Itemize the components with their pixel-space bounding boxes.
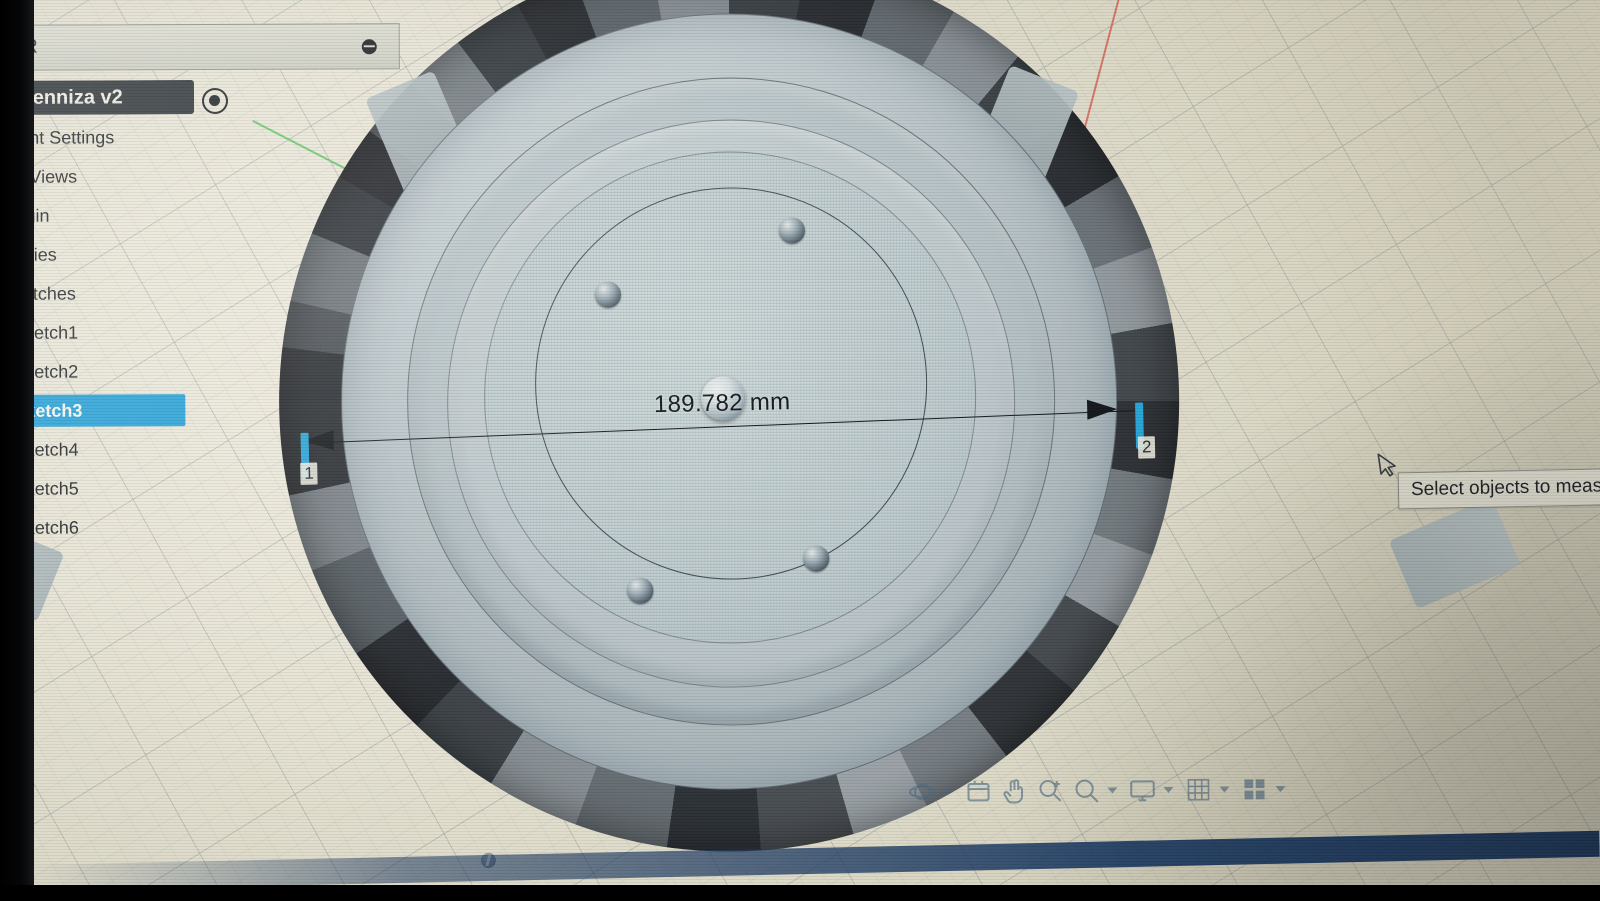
chevron-down-icon[interactable] — [943, 788, 954, 795]
tree-row-document-settings[interactable]: Document Settings — [0, 117, 400, 158]
cad-model-wheel[interactable] — [0, 0, 1521, 872]
tree-row-bodies[interactable]: Bodies — [0, 234, 401, 275]
viewports-icon[interactable] — [1239, 774, 1269, 804]
tree-row-sketch6[interactable]: Sketch6 — [0, 507, 402, 548]
look-at-icon[interactable] — [963, 776, 993, 806]
arrow-cursor-icon — [1376, 451, 1400, 482]
grid-snaps-icon[interactable] — [1183, 775, 1213, 805]
boss-hole — [595, 281, 622, 308]
pan-hand-icon[interactable] — [999, 776, 1029, 806]
browser-panel-header — [0, 23, 400, 72]
chevron-down-icon[interactable] — [1163, 786, 1174, 794]
target-icon[interactable] — [201, 87, 229, 115]
boss-hole — [803, 545, 830, 572]
tree-row-sketch2[interactable]: Sketch2 — [0, 351, 401, 392]
display-settings-icon[interactable] — [1127, 775, 1157, 805]
monitor-photo: 1 2 189.782 mm CREATE ROWSER pelmenniza … — [0, 0, 1600, 901]
browser-tree[interactable]: pelmenniza v2 Document Settings Named Vi… — [0, 75, 402, 548]
zoom-magnifier-icon[interactable] — [1071, 776, 1101, 806]
tree-row-named-views[interactable]: Named Views — [0, 156, 400, 197]
view-navigation-bar[interactable] — [907, 774, 1289, 807]
browser-panel[interactable]: ROWSER pelmenniza v2 Document Setting — [0, 1, 413, 901]
measure-tooltip: Select objects to measure. — [1397, 467, 1600, 510]
minimize-dot-icon[interactable] — [361, 39, 377, 55]
tree-row-sketch4[interactable]: Sketch4 — [0, 429, 402, 470]
zoom-window-icon[interactable] — [1035, 776, 1065, 806]
boss-hole — [627, 577, 654, 604]
tree-row-sketches[interactable]: Sketches — [0, 273, 401, 314]
tree-row-sketch5[interactable]: Sketch5 — [0, 468, 402, 509]
tree-row-root[interactable]: pelmenniza v2 — [0, 75, 400, 119]
monitor-bezel-bottom — [0, 885, 1600, 901]
tree-row-sketch1[interactable]: Sketch1 — [0, 312, 401, 353]
fusion360-window: 1 2 189.782 mm CREATE ROWSER pelmenniza … — [0, 0, 1600, 901]
orbit-icon[interactable] — [907, 777, 937, 807]
monitor-bezel-left — [0, 0, 34, 901]
chevron-down-icon[interactable] — [1275, 786, 1286, 793]
center-hub-boss — [701, 376, 746, 421]
chevron-down-icon[interactable] — [1219, 786, 1230, 793]
tree-row-sketch3[interactable]: Sketch3 — [0, 390, 401, 431]
chevron-down-icon[interactable] — [1107, 787, 1118, 794]
tree-row-origin[interactable]: Origin — [0, 195, 401, 236]
boss-hole — [778, 217, 805, 244]
